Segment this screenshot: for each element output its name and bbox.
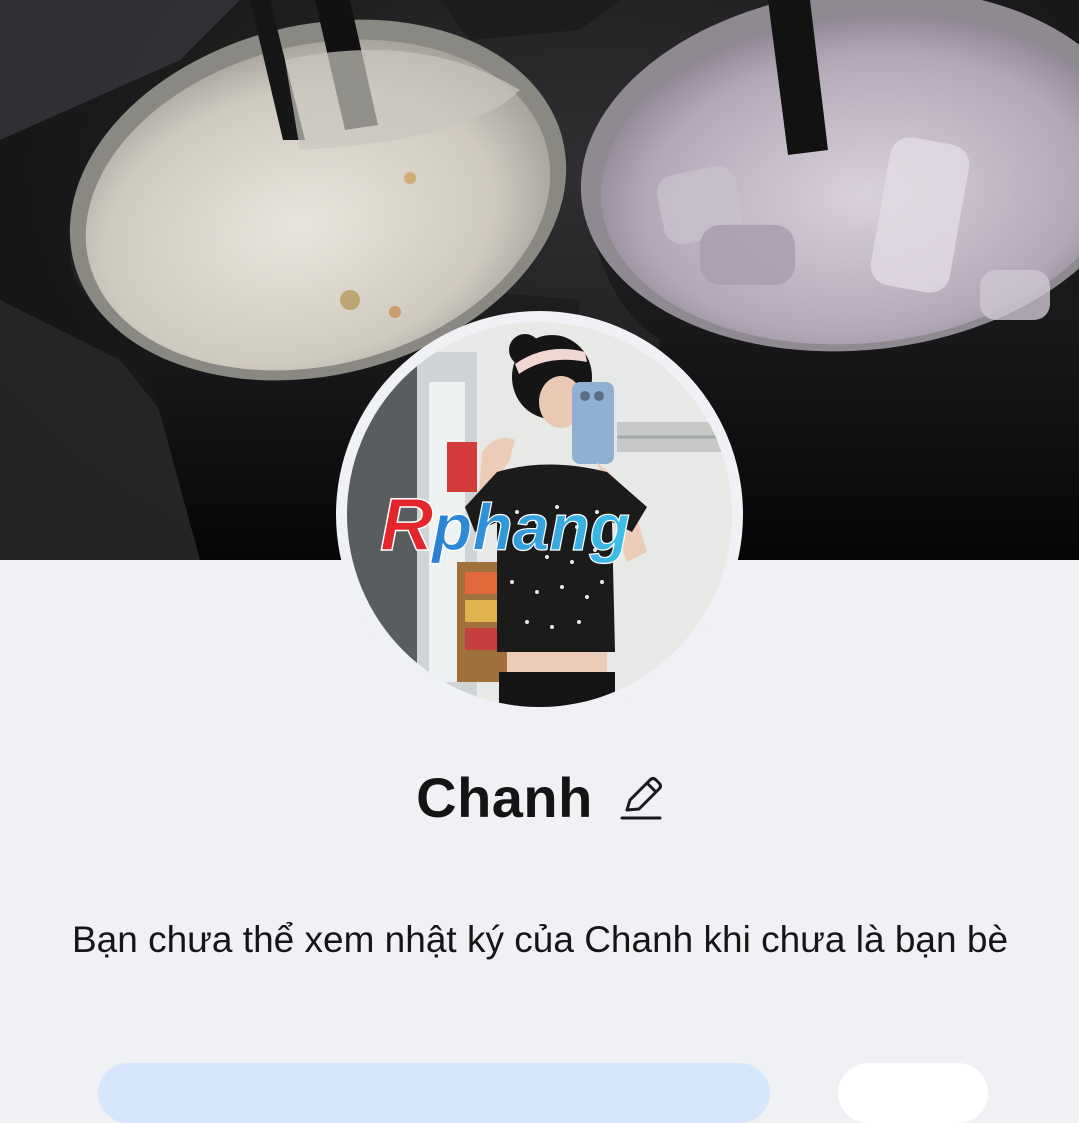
profile-name-row: Chanh [0,765,1079,830]
profile-name: Chanh [416,766,593,829]
svg-text:R: R [380,490,433,566]
diary-privacy-message: Bạn chưa thể xem nhật ký của Chanh khi c… [71,919,1009,960]
pencil-edit-icon[interactable] [619,774,663,822]
svg-text:phang: phang [430,490,630,564]
add-friend-button[interactable] [98,1063,770,1123]
watermark-logo: R phang [379,490,630,567]
secondary-action-button[interactable] [838,1063,988,1123]
